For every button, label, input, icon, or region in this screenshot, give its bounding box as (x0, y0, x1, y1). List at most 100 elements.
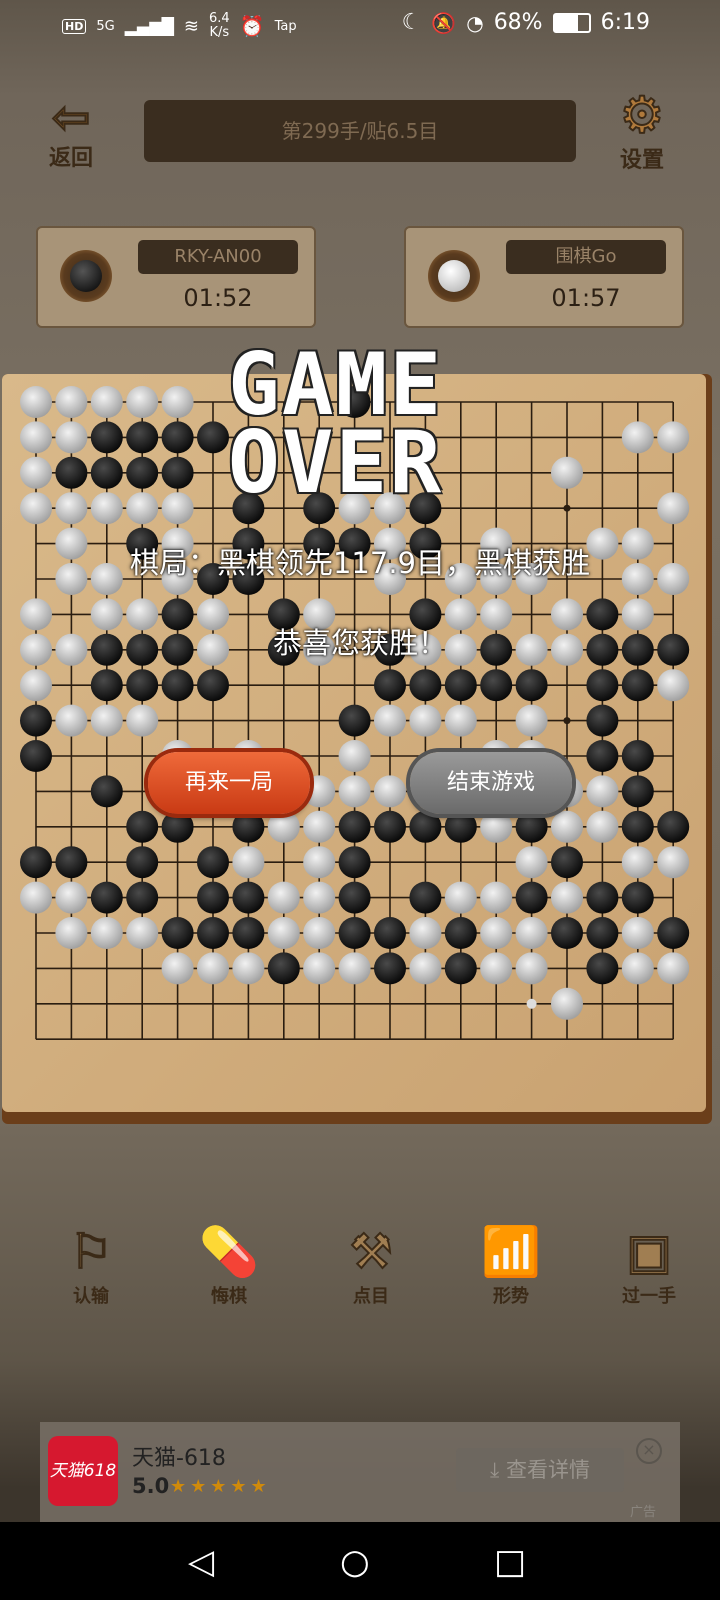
black-stone (161, 421, 194, 454)
white-stone (657, 952, 690, 985)
black-stone (161, 917, 194, 949)
white-stone (480, 917, 513, 949)
black-stone (515, 669, 548, 702)
black-stone (621, 881, 654, 914)
white-stone (586, 775, 619, 808)
white-stone (621, 917, 654, 949)
last-move-marker (526, 998, 537, 1009)
white-stone (338, 740, 371, 772)
pass-button[interactable]: ▣ 过一手 (604, 1222, 694, 1308)
black-stone (267, 952, 300, 985)
net-speed-unit: K/s (209, 25, 230, 40)
tool-label: 形势 (493, 1286, 529, 1307)
white-stone (515, 917, 548, 949)
nav-home-icon[interactable]: ○ (340, 1542, 370, 1582)
back-button[interactable]: ⇦ 返回 (36, 93, 106, 174)
alarm-icon: ⏰ (239, 14, 265, 38)
black-stone (374, 810, 406, 843)
black-stone (197, 881, 229, 914)
ad-tag: 广告 (629, 1505, 656, 1520)
black-stone (480, 669, 513, 702)
white-stone (480, 881, 513, 914)
white-stone (586, 810, 619, 843)
white-stone (551, 810, 583, 843)
ad-banner[interactable]: 天猫618 天猫-618 5.0 ★★★★★ ⤓ 查看详情 × 广告 (40, 1422, 680, 1522)
white-stone (197, 952, 229, 985)
white-stone (161, 386, 194, 418)
white-stone (90, 704, 123, 737)
resign-button[interactable]: ⚐ 认输 (46, 1222, 136, 1308)
black-stone (232, 810, 265, 843)
settings-label: 设置 (619, 147, 664, 173)
white-stone (657, 421, 690, 454)
black-stone (161, 456, 194, 489)
black-stone (444, 917, 477, 949)
hd-badge: HD (62, 18, 87, 34)
white-stone (232, 952, 265, 985)
black-stone (338, 846, 371, 879)
white-stone (657, 846, 690, 879)
white-stone (126, 386, 159, 418)
white-stone (20, 386, 52, 418)
white-stone (374, 704, 406, 737)
white-stone (126, 917, 159, 949)
black-stone (621, 775, 654, 808)
black-stone (126, 421, 159, 454)
nav-back-icon[interactable]: ◁ (188, 1542, 214, 1582)
black-stone (55, 456, 88, 489)
black-stone (197, 669, 229, 702)
black-stone (338, 704, 371, 737)
white-stone (303, 810, 336, 843)
player-name: 围棋Go (506, 240, 666, 274)
white-stone (20, 421, 52, 454)
situation-button[interactable]: 📶 形势 (466, 1222, 556, 1308)
end-game-button[interactable]: 结束游戏 (410, 752, 572, 814)
black-stone (657, 917, 690, 949)
moon-icon: ☾ (401, 10, 422, 35)
black-stone (126, 881, 159, 914)
white-stone (20, 492, 52, 525)
white-stone (338, 952, 371, 985)
black-stone (621, 740, 654, 772)
count-button[interactable]: ⚒ 点目 (326, 1222, 416, 1308)
black-stone (515, 810, 548, 843)
mute-icon: 🔕 (431, 10, 457, 35)
ad-cta-label: 查看详情 (505, 1458, 590, 1482)
white-stone (267, 810, 300, 843)
undo-button[interactable]: 💊 悔棋 (184, 1222, 274, 1308)
player-timer: 01:57 (551, 284, 621, 312)
chart-icon: 📶 (480, 1223, 542, 1281)
black-stone (409, 881, 442, 914)
congrats-message: 恭喜您获胜！ (272, 626, 447, 660)
gear-icon: ⚙ (619, 86, 666, 144)
white-stone (303, 846, 336, 879)
white-stone (55, 421, 88, 454)
ad-title: 天猫-618 (132, 1446, 226, 1471)
black-stone (161, 669, 194, 702)
settings-button[interactable]: ⚙ 设置 (606, 86, 678, 174)
black-stone (55, 846, 88, 879)
play-again-button[interactable]: 再来一局 (148, 752, 310, 814)
black-stone (90, 456, 123, 489)
white-stone (621, 846, 654, 879)
black-stone (444, 810, 477, 843)
close-icon[interactable]: × (636, 1438, 662, 1464)
white-stone (303, 917, 336, 949)
black-stone (586, 917, 619, 949)
system-nav-bar: ◁ ○ □ (0, 1522, 720, 1600)
white-stone (480, 810, 513, 843)
player-timer: 01:52 (183, 284, 253, 312)
player-card-black: RKY-AN00 01:52 (36, 226, 316, 328)
white-stone (621, 421, 654, 454)
nav-recents-icon[interactable]: □ (494, 1542, 526, 1582)
move-info: 第299手/贴6.5目 (144, 100, 576, 162)
black-stone (232, 881, 265, 914)
white-stone (303, 952, 336, 985)
white-stone (161, 952, 194, 985)
white-stone (409, 917, 442, 949)
skip-icon: ▣ (625, 1223, 672, 1281)
white-stone (126, 492, 159, 525)
white-stone (444, 881, 477, 914)
star-point (563, 717, 571, 725)
ad-cta-button[interactable]: ⤓ 查看详情 (456, 1448, 624, 1492)
